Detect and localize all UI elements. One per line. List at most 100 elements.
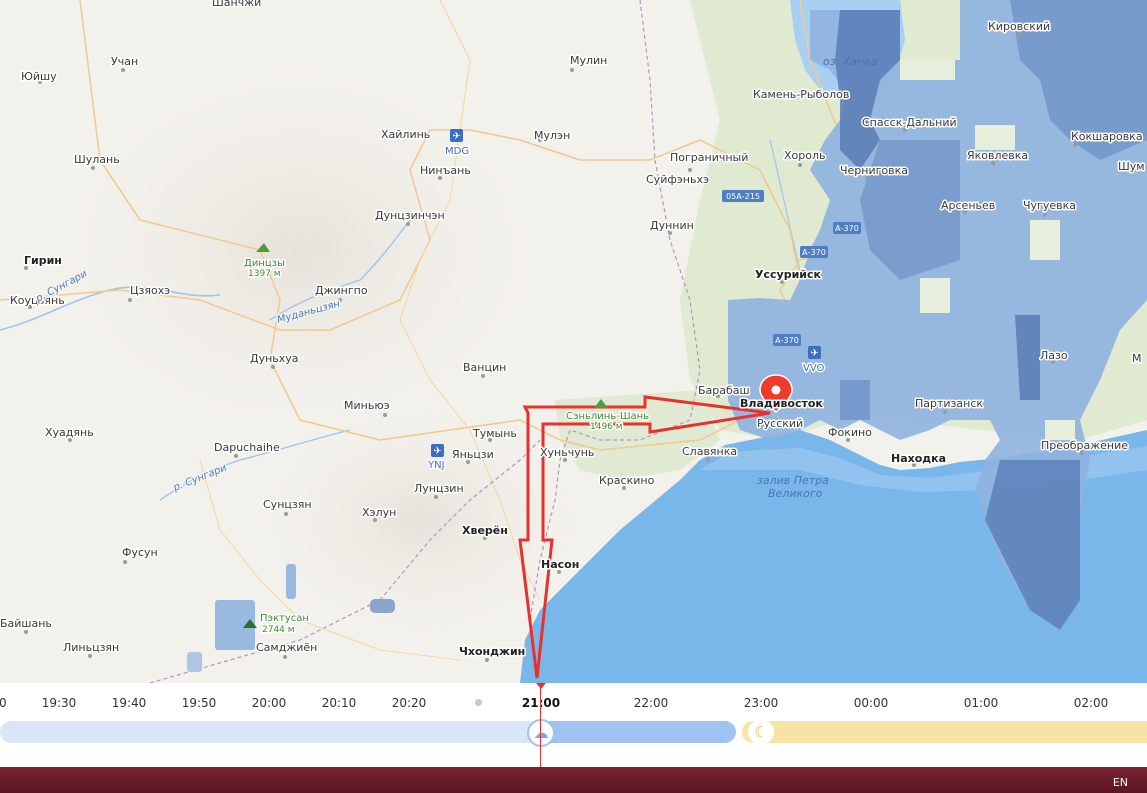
svg-text:05А-215: 05А-215 — [726, 192, 760, 201]
time-tick[interactable]: 23:00 — [744, 696, 779, 710]
place-fokino: Фокино — [828, 426, 872, 439]
place-partizansk: Партизанск — [915, 397, 983, 410]
place-koksharovka: Кокшаровка — [1071, 130, 1143, 143]
airplane-icon: ✈ — [450, 129, 463, 142]
time-tick[interactable]: 20:20 — [392, 696, 427, 710]
place-slavyanka: Славянка — [682, 445, 737, 458]
place-uchan: Учан — [111, 55, 138, 68]
place-lunczin: Лунцзин — [414, 482, 464, 495]
place-nakhodka: Находка — [891, 452, 946, 465]
os-taskbar: EN — [0, 767, 1147, 793]
place-suifenhe: Суйфэньхэ — [646, 173, 709, 186]
svg-text:✈: ✈ — [433, 446, 441, 457]
place-horol: Хороль — [784, 149, 826, 162]
svg-text:А-370: А-370 — [802, 248, 826, 257]
peak-dinczy-label: Динцзы — [244, 258, 285, 269]
place-lazo: Лазо — [1040, 349, 1068, 362]
time-tick[interactable]: 22:00 — [634, 696, 669, 710]
moon-icon: ☾ — [748, 719, 774, 745]
place-minyue: Миньюэ — [344, 399, 390, 412]
peak-paektusan-label: Пэктусан — [260, 613, 309, 624]
place-yakovlevka: Яковлевка — [967, 149, 1028, 162]
place-hunchun: Хуньчунь — [540, 446, 594, 459]
place-tumyn: Тумынь — [472, 427, 517, 440]
place-mulen: Мулэн — [534, 129, 570, 142]
place-dapuchaihe: Dapuchaihe — [214, 441, 280, 454]
time-tick[interactable]: 20:10 — [322, 696, 357, 710]
time-slider[interactable]: 0 19:30 19:40 19:50 20:00 20:10 20:20 21:00 22:0… — [0, 683, 1147, 767]
place-ussuriysk: Уссурийск — [755, 268, 822, 281]
place-kamen-rybolov: Камень-Рыболов — [753, 88, 849, 101]
place-baishan: Байшань — [0, 617, 52, 630]
place-shulan: Шулань — [74, 153, 120, 166]
place-arsenyev: Арсеньев — [941, 199, 995, 212]
time-tick[interactable]: 19:40 — [112, 696, 147, 710]
time-tick[interactable]: 19:30 — [42, 696, 77, 710]
rain-cloud-icon[interactable]: ☁ — [527, 719, 555, 747]
time-tick[interactable]: 02:00 — [1074, 696, 1109, 710]
terrain-relief — [40, 50, 560, 450]
place-samdzhiyon: Самджиён — [256, 641, 317, 654]
place-shum-2: М — [1132, 352, 1142, 365]
place-dzhingpo: Джингпо — [315, 284, 368, 297]
place-girin: Гирин — [24, 254, 62, 267]
time-tick[interactable]: 0 — [0, 696, 7, 710]
svg-text:А-370: А-370 — [775, 336, 799, 345]
weather-radar-map[interactable]: ✈ ✈ ✈ 05А-215 А-370 А-370 А-370 Шанчжи Ю… — [0, 0, 1147, 683]
place-vladivostok: Владивосток — [740, 397, 823, 410]
place-nason: Насон — [541, 558, 579, 571]
time-tick[interactable]: 21:00 — [522, 696, 560, 710]
place-sunczyan: Сунцзян — [263, 498, 312, 511]
airplane-icon: ✈ — [431, 444, 444, 457]
road-shield: А-370 — [833, 222, 861, 234]
place-yanczi: Яньцзи — [452, 448, 494, 461]
svg-text:✈: ✈ — [452, 131, 460, 142]
time-tick[interactable]: 20:00 — [252, 696, 287, 710]
place-shanchzhi: Шанчжи — [212, 0, 261, 9]
lake-khanka-label: оз. Ханка — [823, 55, 878, 68]
svg-text:А-370: А-370 — [835, 224, 859, 233]
peak-paektusan-height: 2744 м — [262, 625, 295, 635]
place-chkhondzhin: Чхонджин — [459, 645, 525, 658]
place-hailin: Хайлинь — [381, 128, 430, 141]
airport-mdg-label: MDG — [445, 146, 469, 157]
place-kirovsky: Кировский — [988, 20, 1050, 33]
past-precipitation-bar[interactable] — [0, 721, 540, 743]
peak-senlin-label: Сэньлинь-Шань — [566, 411, 649, 422]
road-shield: А-370 — [800, 246, 828, 258]
place-dunhua: Дуньхуа — [250, 352, 299, 365]
place-fusun: Фусун — [122, 546, 158, 559]
place-spassk-dalny: Спасск-Дальний — [862, 116, 957, 129]
place-chuguevka: Чугуевка — [1023, 199, 1076, 212]
place-russky: Русский — [757, 417, 803, 430]
place-kraskino: Краскино — [599, 474, 655, 487]
time-tick[interactable]: 01:00 — [964, 696, 999, 710]
place-pogranichny: Пограничный — [670, 151, 748, 164]
airport-vvo-label: VVO — [803, 363, 825, 374]
forecast-rain-bar[interactable] — [530, 721, 736, 743]
road-shield: А-370 — [773, 334, 801, 346]
place-shum: Шум — [1118, 160, 1145, 173]
place-cziaohe: Цзяохэ — [130, 284, 170, 297]
place-huadyan: Хуадянь — [45, 426, 94, 439]
place-ninyan: Нинъань — [420, 164, 471, 177]
place-hveryon: Хверён — [462, 524, 508, 537]
place-helun: Хэлун — [362, 506, 396, 519]
time-tick[interactable]: 00:00 — [854, 696, 889, 710]
current-time-line[interactable] — [540, 683, 541, 767]
forecast-night-bar[interactable] — [742, 721, 1147, 743]
place-linczyan: Линьцзян — [63, 641, 119, 654]
bay-label-line1: залив Петра — [757, 474, 829, 487]
svg-text:✈: ✈ — [810, 348, 818, 359]
current-time-marker[interactable] — [536, 683, 546, 689]
road-shield: 05А-215 — [722, 190, 764, 202]
timeline-dot — [475, 699, 482, 706]
time-tick[interactable]: 19:50 — [182, 696, 217, 710]
place-mulin: Мулин — [570, 54, 607, 67]
input-language-indicator[interactable]: EN — [1113, 776, 1128, 789]
place-barabash: Барабаш — [698, 384, 750, 397]
peak-dinczy-height: 1397 м — [248, 269, 281, 279]
place-dunczinchzhen: Дунцзинчэн — [375, 209, 445, 222]
place-vancin: Ванцин — [463, 361, 506, 374]
place-yuishu: Юйшу — [21, 70, 57, 83]
